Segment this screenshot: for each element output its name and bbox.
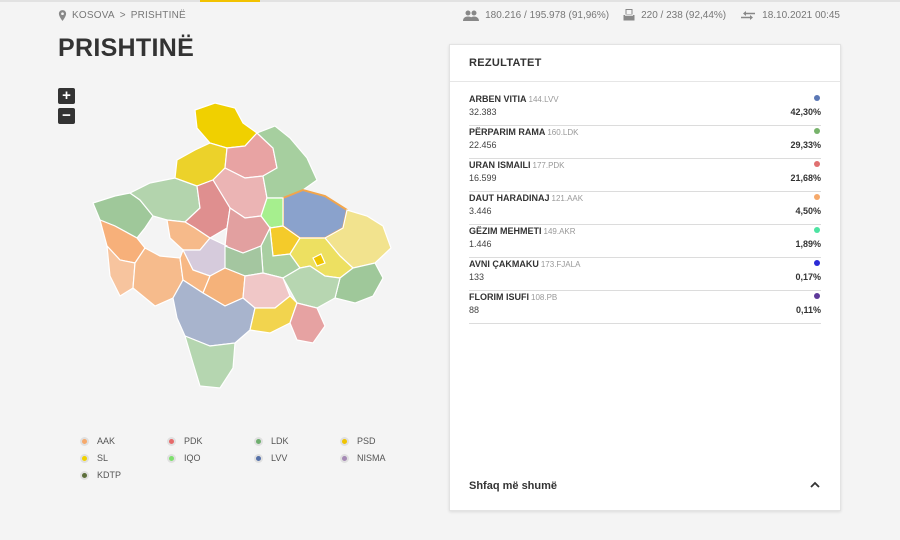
zoom-in-button[interactable]: + [58,88,75,104]
party-color-dot [814,260,820,266]
candidate-list-number: 144.LVV [528,95,559,104]
location-pin-icon [58,10,67,21]
candidate-list-number: 173.FJALA [540,260,581,269]
legend-item: PSD [340,436,376,446]
breadcrumb-separator: > [119,10,126,21]
candidate-row[interactable]: DAUT HARADINAJ 121.AAK 3.446 4,50% [469,192,821,225]
legend-dot-psd [340,436,349,446]
voters-stat: 180.216 / 195.978 (91,96%) [463,10,609,21]
breadcrumb-current: PRISHTINË [130,10,186,21]
results-title: REZULTATET [450,45,840,82]
candidate-name: GËZIM MEHMETI [469,226,542,236]
legend-dot-kdtp [80,470,89,480]
updated-value: 18.10.2021 00:45 [762,9,840,21]
legend-label: LDK [271,436,289,446]
top-border [0,0,900,2]
candidate-row[interactable]: AVNI ÇAKMAKU 173.FJALA 133 0,17% [469,258,821,291]
polling-value: 220 / 238 (92,44%) [641,9,727,21]
legend-item: IQO [167,453,201,463]
legend-dot-iqo [167,453,176,463]
candidate-votes: 133 [469,272,485,282]
legend-label: KDTP [97,470,122,480]
show-more-label: Shfaq më shumë [469,480,558,492]
candidate-row[interactable]: ARBEN VITIA 144.LVV 32.383 42,30% [469,93,821,126]
candidate-votes: 22.456 [469,140,497,150]
candidate-list-number: 160.LDK [547,128,579,137]
legend-label: NISMA [357,453,386,463]
candidate-percent: 0,17% [795,272,821,282]
candidate-row[interactable]: PËRPARIM RAMA 160.LDK 22.456 29,33% [469,126,821,159]
candidate-row[interactable]: GËZIM MEHMETI 149.AKR 1.446 1,89% [469,225,821,258]
candidate-list-number: 149.AKR [543,227,576,236]
party-color-dot [814,128,820,134]
breadcrumb: KOSOVA > PRISHTINË [58,10,186,21]
legend-item: NISMA [340,453,386,463]
candidate-name: DAUT HARADINAJ [469,193,550,203]
voters-value: 180.216 / 195.978 (91,96%) [485,9,610,21]
results-panel: REZULTATET ARBEN VITIA 144.LVV 32.383 42,… [449,44,841,511]
updated-stat: 18.10.2021 00:45 [740,10,840,21]
party-color-dot [814,227,820,233]
legend-label: LVV [271,453,288,463]
legend-item: LDK [254,436,289,446]
candidate-name: PËRPARIM RAMA [469,127,546,137]
candidate-votes: 32.383 [469,107,497,117]
legend-label: AAK [97,436,116,446]
sync-arrows-icon [741,10,756,20]
legend-item: AAK [80,436,115,446]
party-color-dot [814,95,820,101]
zoom-out-button[interactable]: − [58,108,75,124]
candidate-list-number: 121.AAK [551,194,584,203]
chevron-up-icon [810,481,820,488]
legend-dot-lvv [254,453,263,463]
kosovo-municipalities-map[interactable] [85,98,405,393]
breadcrumb-root[interactable]: KOSOVA [72,10,115,21]
stats-bar: 180.216 / 195.978 (91,96%) 220 / 238 (92… [463,9,840,21]
region-hani-elezit[interactable] [289,302,326,344]
party-color-dot [814,293,820,299]
legend-item: LVV [254,453,287,463]
legend-item: PDK [167,436,203,446]
candidate-list: ARBEN VITIA 144.LVV 32.383 42,30% PËRPARI… [450,82,840,324]
people-icon [463,10,480,21]
candidate-name: AVNI ÇAKMAKU [469,259,539,269]
candidate-percent: 29,33% [790,140,821,150]
candidate-row[interactable]: FLORIM ISUFI 108.PB 88 0,11% [469,291,821,324]
legend-dot-sl [80,453,89,463]
candidate-name: FLORIM ISUFI [469,292,529,302]
legend-label: IQO [184,453,201,463]
candidate-percent: 21,68% [790,173,821,183]
candidate-votes: 16.599 [469,173,497,183]
candidate-votes: 88 [469,305,480,315]
legend-label: SL [97,453,109,463]
candidate-name: ARBEN VITIA [469,94,527,104]
party-color-dot [814,161,820,167]
candidate-percent: 4,50% [795,206,821,216]
legend-label: PSD [357,436,376,446]
region-leposaviq[interactable] [194,102,258,149]
candidate-row[interactable]: URAN ISMAILI 177.PDK 16.599 21,68% [469,159,821,192]
legend-label: PDK [184,436,203,446]
candidate-percent: 42,30% [790,107,821,117]
party-color-dot [814,194,820,200]
candidate-votes: 1.446 [469,239,492,249]
legend-dot-ldk [254,436,263,446]
candidate-percent: 0,11% [795,305,821,315]
candidate-percent: 1,89% [795,239,821,249]
legend-dot-pdk [167,436,176,446]
candidate-name: URAN ISMAILI [469,160,531,170]
candidate-list-number: 108.PB [531,293,558,302]
legend-item: SL [80,453,108,463]
legend-dot-aak [80,436,89,446]
page-title: PRISHTINË [58,34,195,62]
legend-item: KDTP [80,470,121,480]
candidate-list-number: 177.PDK [532,161,565,170]
polling-stat: 220 / 238 (92,44%) [623,9,726,21]
ballot-box-icon [623,9,635,21]
top-accent [200,0,260,2]
show-more-button[interactable]: Shfaq më shumë [450,466,840,510]
legend-dot-nisma [340,453,349,463]
candidate-votes: 3.446 [469,206,492,216]
